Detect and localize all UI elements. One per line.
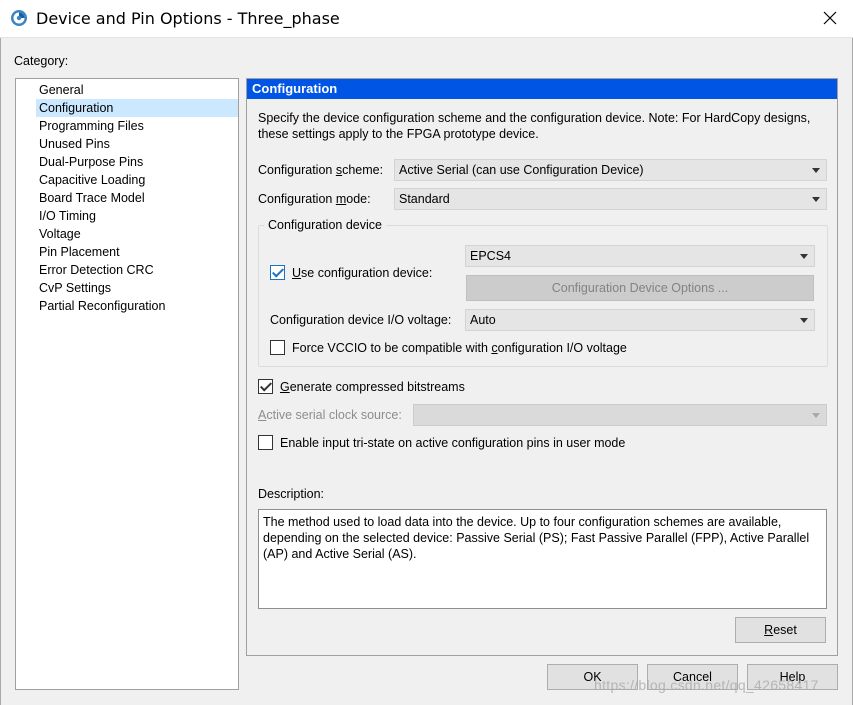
close-icon	[823, 11, 837, 25]
force-vccio-label: Force VCCIO to be compatible with config…	[292, 341, 627, 355]
active-serial-clock-source-select[interactable]	[413, 404, 827, 426]
force-vccio-checkbox[interactable]	[270, 340, 285, 355]
chevron-down-icon	[812, 168, 820, 173]
category-item-programming-files[interactable]: Programming Files	[36, 117, 238, 135]
description-label: Description:	[258, 487, 324, 501]
chevron-down-icon	[812, 413, 820, 418]
category-item-capacitive-loading[interactable]: Capacitive Loading	[36, 171, 238, 189]
configuration-scheme-select[interactable]: Active Serial (can use Configuration Dev…	[394, 159, 827, 181]
configuration-mode-label: Configuration mode:	[258, 192, 371, 206]
intro-text: Specify the device configuration scheme …	[258, 111, 811, 141]
category-label: Category:	[14, 54, 69, 68]
enable-tristate-label: Enable input tri-state on active configu…	[280, 436, 626, 450]
quartus-app-icon	[11, 10, 27, 26]
configuration-scheme-label: Configuration scheme:	[258, 163, 384, 177]
configuration-device-group-label: Configuration device	[264, 218, 386, 232]
category-item-partial-reconfiguration[interactable]: Partial Reconfiguration	[36, 297, 238, 315]
chevron-down-icon	[800, 318, 808, 323]
category-item-board-trace-model[interactable]: Board Trace Model	[36, 189, 238, 207]
description-box: The method used to load data into the de…	[258, 509, 827, 609]
active-serial-clock-source-label: Active serial clock source:	[258, 408, 402, 422]
close-button[interactable]	[810, 2, 850, 34]
window-title: Device and Pin Options - Three_phase	[36, 9, 340, 28]
io-voltage-value: Auto	[470, 313, 496, 327]
configuration-mode-value: Standard	[399, 192, 450, 206]
chevron-down-icon	[812, 197, 820, 202]
category-item-cvp-settings[interactable]: CvP Settings	[36, 279, 238, 297]
category-item-general[interactable]: General	[36, 81, 238, 99]
chevron-down-icon	[800, 254, 808, 259]
category-item-unused-pins[interactable]: Unused Pins	[36, 135, 238, 153]
window-border-left	[0, 38, 1, 705]
category-item-i-o-timing[interactable]: I/O Timing	[36, 207, 238, 225]
reset-button[interactable]: Reset	[735, 617, 826, 643]
generate-compressed-bitstreams-checkbox[interactable]	[258, 379, 273, 394]
category-item-configuration[interactable]: Configuration	[36, 99, 238, 117]
generate-compressed-bitstreams-label: Generate compressed bitstreams	[280, 380, 465, 394]
use-configuration-device-checkbox[interactable]	[270, 265, 285, 280]
category-item-pin-placement[interactable]: Pin Placement	[36, 243, 238, 261]
cancel-button[interactable]: Cancel	[647, 664, 738, 690]
ok-button[interactable]: OK	[547, 664, 638, 690]
title-bar: Device and Pin Options - Three_phase	[0, 0, 853, 38]
configuration-device-value: EPCS4	[470, 249, 511, 263]
enable-tristate-checkbox[interactable]	[258, 435, 273, 450]
panel-header: Configuration	[247, 79, 837, 99]
category-item-error-detection-crc[interactable]: Error Detection CRC	[36, 261, 238, 279]
category-item-voltage[interactable]: Voltage	[36, 225, 238, 243]
configuration-mode-select[interactable]: Standard	[394, 188, 827, 210]
use-configuration-device-label: Use configuration device:	[292, 266, 433, 280]
category-item-dual-purpose-pins[interactable]: Dual-Purpose Pins	[36, 153, 238, 171]
io-voltage-select[interactable]: Auto	[465, 309, 815, 331]
help-button[interactable]: Help	[747, 664, 838, 690]
configuration-device-select[interactable]: EPCS4	[465, 245, 815, 267]
configuration-device-options-button[interactable]: Configuration Device Options ...	[466, 275, 814, 301]
configuration-scheme-value: Active Serial (can use Configuration Dev…	[399, 163, 644, 177]
io-voltage-label: Configuration device I/O voltage:	[270, 313, 452, 327]
